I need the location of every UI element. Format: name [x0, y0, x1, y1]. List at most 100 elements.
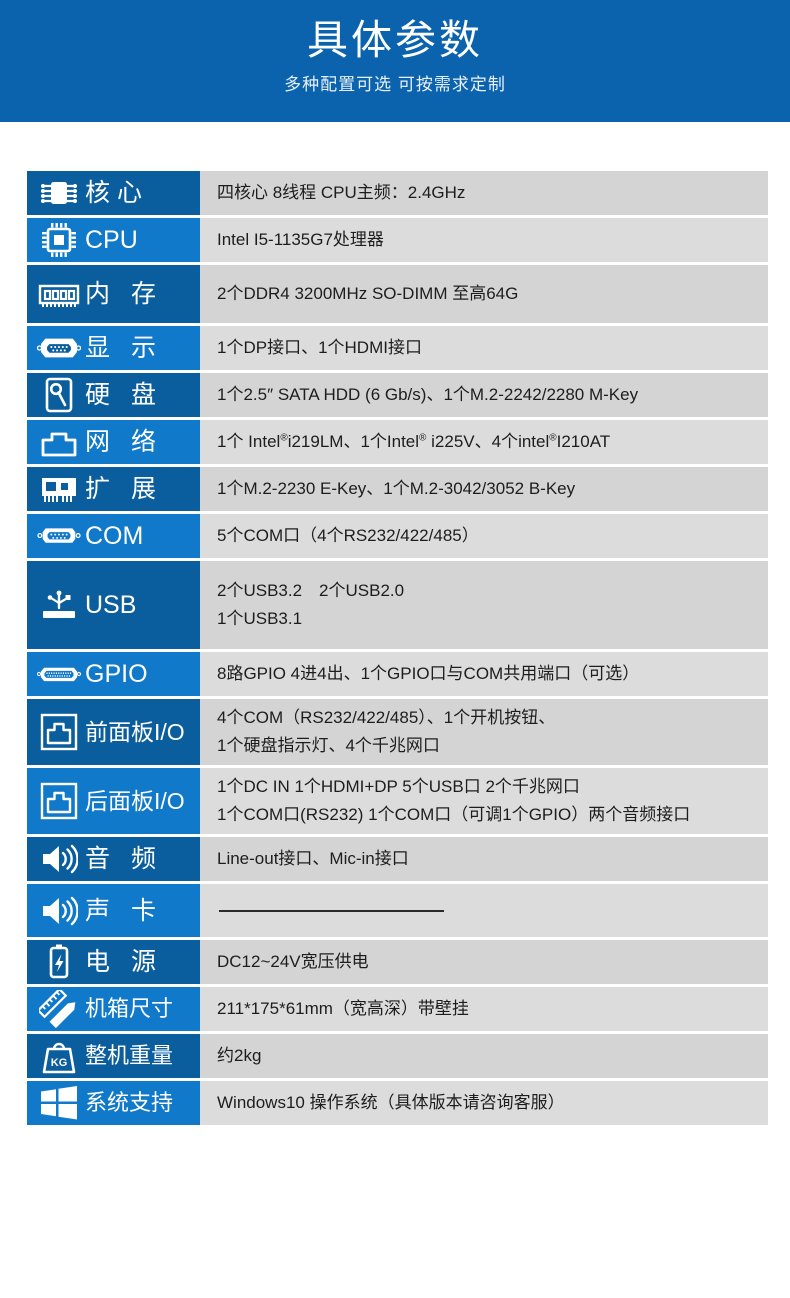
spec-value-cell: DC12~24V宽压供电	[200, 940, 768, 984]
spec-label-cell: 显 示	[27, 326, 200, 370]
spec-value-cell: 1个2.5″ SATA HDD (6 Gb/s)、1个M.2-2242/2280…	[200, 373, 768, 417]
spec-label-text: GPIO	[85, 660, 148, 688]
spec-row: 内 存 2个DDR4 3200MHz SO-DIMM 至高64G	[27, 265, 768, 323]
spec-label-cell: GPIO	[27, 652, 200, 696]
spec-label-text: 前面板I/O	[85, 719, 185, 745]
spec-value-line: 8路GPIO 4进4出、1个GPIO口与COM共用端口（可选）	[217, 664, 640, 683]
spec-value-cell: 1个DP接口、1个HDMI接口	[200, 326, 768, 370]
spec-label-text: USB	[85, 591, 137, 619]
page-title: 具体参数	[307, 17, 483, 63]
spec-label-text: 整机重量	[85, 1043, 174, 1068]
gpio-connector-icon	[37, 654, 81, 694]
spec-label-text: 核心	[85, 179, 150, 207]
spec-value-line: 四核心 8线程 CPU主频：2.4GHz	[217, 183, 466, 202]
spec-value-line: 4个COM（RS232/422/485）、1个开机按钮、	[217, 708, 556, 727]
spec-value-line: Intel I5-1135G7处理器	[217, 230, 384, 249]
panel-port-icon	[37, 781, 81, 821]
spec-label-cell: 声 卡	[27, 884, 200, 937]
spec-value-line: 1个硬盘指示灯、4个千兆网口	[217, 736, 440, 755]
spec-value-line: 2个DDR4 3200MHz SO-DIMM 至高64G	[217, 284, 519, 303]
spec-row: 前面板I/O 4个COM（RS232/422/485）、1个开机按钮、 1个硬盘指示…	[27, 699, 768, 765]
spec-label-cell: CPU	[27, 218, 200, 262]
spec-value-cell: 1个 Intel®i219LM、1个Intel® i225V、4个intel®I…	[200, 420, 768, 464]
spec-value-cell: 5个COM口（4个RS232/422/485）	[200, 514, 768, 558]
page-header: 具体参数 多种配置可选 可按需求定制	[0, 0, 790, 122]
spec-value-cell: 2个USB3.2 2个USB2.0 1个USB3.1	[200, 561, 768, 649]
spec-value-cell: 4个COM（RS232/422/485）、1个开机按钮、 1个硬盘指示灯、4个千兆…	[200, 699, 768, 765]
ruler-pencil-icon	[37, 989, 81, 1029]
page-subtitle: 多种配置可选 可按需求定制	[284, 75, 506, 94]
spec-value-cell: Windows10 操作系统（具体版本请咨询客服）	[200, 1081, 768, 1125]
spec-row: 系统支持 Windows10 操作系统（具体版本请咨询客服）	[27, 1081, 768, 1125]
spec-label-text: 机箱尺寸	[85, 996, 174, 1021]
spec-row: CPU Intel I5-1135G7处理器	[27, 218, 768, 262]
spec-table: 核心 四核心 8线程 CPU主频：2.4GHz CPU Intel I5-1135G7…	[27, 171, 768, 1128]
hard-disk-icon	[37, 375, 81, 415]
spec-row: 后面板I/O 1个DC IN 1个HDMI+DP 5个USB口 2个千兆网口 1个C…	[27, 768, 768, 834]
spec-row: 电 源 DC12~24V宽压供电	[27, 940, 768, 984]
spec-row: 显 示 1个DP接口、1个HDMI接口	[27, 326, 768, 370]
spec-label-cell: 后面板I/O	[27, 768, 200, 834]
spec-value-cell: 1个M.2-2230 E-Key、1个M.2-3042/3052 B-Key	[200, 467, 768, 511]
spec-row: 核心 四核心 8线程 CPU主频：2.4GHz	[27, 171, 768, 215]
speaker-icon	[37, 839, 81, 879]
spec-value-line: 1个M.2-2230 E-Key、1个M.2-3042/3052 B-Key	[217, 479, 576, 498]
spec-value-line: 5个COM口（4个RS232/422/485）	[217, 526, 479, 545]
spec-label-cell: USB	[27, 561, 200, 649]
spec-value-line: 1个2.5″ SATA HDD (6 Gb/s)、1个M.2-2242/2280…	[217, 385, 639, 404]
network-port-icon	[37, 422, 81, 462]
spec-value-cell: 211*175*61mm（宽高深）带壁挂	[200, 987, 768, 1031]
spec-value-line: 1个 Intel®i219LM、1个Intel® i225V、4个intel®I…	[217, 432, 611, 451]
spec-label-cell: 机箱尺寸	[27, 987, 200, 1031]
ic-chip-icon	[37, 173, 81, 213]
spec-row: GPIO 8路GPIO 4进4出、1个GPIO口与COM共用端口（可选）	[27, 652, 768, 696]
spec-label-cell: 系统支持	[27, 1081, 200, 1125]
speaker-icon	[37, 891, 81, 931]
spec-value-line: 约2kg	[217, 1046, 262, 1065]
spec-sheet-page: 具体参数 多种配置可选 可按需求定制 核心 四核心 8线程 CPU主频：2.4GH…	[0, 0, 790, 1298]
spec-row: 扩 展 1个M.2-2230 E-Key、1个M.2-3042/3052 B-Ke…	[27, 467, 768, 511]
com-port-icon	[37, 516, 81, 556]
spec-label-text: 内 存	[85, 280, 163, 308]
spec-label-cell: 音 频	[27, 837, 200, 881]
spec-label-text: 硬 盘	[85, 381, 163, 409]
spec-label-cell: 网 络	[27, 420, 200, 464]
usb-icon	[37, 585, 81, 625]
spec-row: 声 卡	[27, 884, 768, 937]
spec-label-text: 网 络	[85, 428, 163, 456]
spec-label-text: 扩 展	[85, 475, 163, 503]
spec-label-text: 电 源	[85, 948, 163, 976]
spec-label-text: 声 卡	[85, 896, 163, 925]
spec-label-cell: 电 源	[27, 940, 200, 984]
spec-row: 硬 盘 1个2.5″ SATA HDD (6 Gb/s)、1个M.2-2242/2…	[27, 373, 768, 417]
ram-module-icon	[37, 274, 81, 314]
empty-value-rule	[219, 909, 444, 912]
spec-value-line: Line-out接口、Mic-in接口	[217, 849, 409, 868]
spec-value-cell: 1个DC IN 1个HDMI+DP 5个USB口 2个千兆网口 1个COM口(RS…	[200, 768, 768, 834]
spec-label-cell: 前面板I/O	[27, 699, 200, 765]
cpu-icon	[37, 220, 81, 260]
spec-row: USB 2个USB3.2 2个USB2.0 1个USB3.1	[27, 561, 768, 649]
spec-label-cell: 内 存	[27, 265, 200, 323]
spec-value-line: 1个DP接口、1个HDMI接口	[217, 338, 422, 357]
spec-row: 机箱尺寸 211*175*61mm（宽高深）带壁挂	[27, 987, 768, 1031]
spec-row: 网 络 1个 Intel®i219LM、1个Intel® i225V、4个inte…	[27, 420, 768, 464]
spec-label-text: 系统支持	[85, 1090, 174, 1115]
spec-label-cell: 硬 盘	[27, 373, 200, 417]
spec-value-cell: Intel I5-1135G7处理器	[200, 218, 768, 262]
spec-value-cell	[200, 884, 768, 937]
windows-logo-icon	[37, 1083, 81, 1123]
vga-port-icon	[37, 328, 81, 368]
spec-label-cell: 核心	[27, 171, 200, 215]
svg-text:KG: KG	[51, 1057, 68, 1069]
spec-value-cell: Line-out接口、Mic-in接口	[200, 837, 768, 881]
spec-value-line: Windows10 操作系统（具体版本请咨询客服）	[217, 1093, 565, 1112]
spec-label-text: 显 示	[85, 334, 163, 362]
spec-label-text: 音 频	[85, 845, 163, 873]
spec-value-line: 1个USB3.1	[217, 609, 303, 628]
spec-value-cell: 四核心 8线程 CPU主频：2.4GHz	[200, 171, 768, 215]
expansion-card-icon	[37, 469, 81, 509]
spec-label-text: COM	[85, 522, 144, 550]
spec-value-line: 1个COM口(RS232) 1个COM口（可调1个GPIO）两个音频接口	[217, 805, 691, 824]
spec-value-line: 1个DC IN 1个HDMI+DP 5个USB口 2个千兆网口	[217, 777, 580, 796]
